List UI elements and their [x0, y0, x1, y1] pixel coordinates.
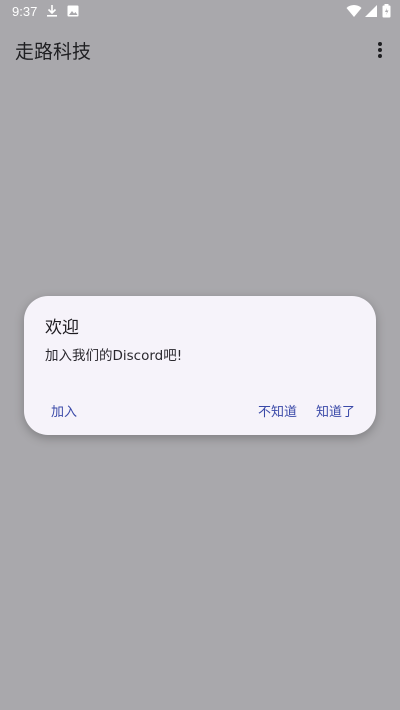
download-icon — [47, 5, 57, 17]
got-it-button[interactable]: 知道了 — [316, 401, 355, 420]
dialog-message: 加入我们的Discord吧! — [45, 348, 183, 364]
signal-icon — [365, 5, 377, 17]
join-button[interactable]: 加入 — [51, 401, 77, 420]
dialog-title: 欢迎 — [45, 318, 79, 338]
dont-know-button[interactable]: 不知道 — [258, 401, 297, 420]
battery-icon — [382, 4, 391, 18]
status-time: 9:37 — [12, 4, 38, 19]
image-icon — [67, 5, 79, 17]
app-title: 走路科技 — [15, 41, 92, 63]
app-bar: 走路科技 — [0, 24, 400, 76]
wifi-icon — [346, 5, 362, 18]
more-vert-icon[interactable] — [368, 38, 392, 62]
welcome-dialog: 欢迎 加入我们的Discord吧! 加入 不知道 知道了 — [24, 296, 376, 435]
status-bar: 9:37 — [0, 0, 400, 24]
